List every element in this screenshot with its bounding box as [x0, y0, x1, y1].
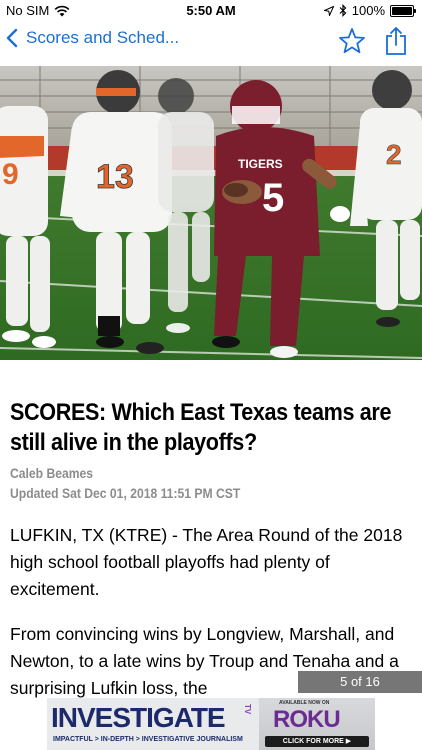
ad-title: INVESTIGATE	[51, 702, 226, 733]
jersey-number-far-left: 9	[2, 158, 19, 191]
status-right: 100%	[323, 3, 416, 18]
back-button-label: Scores and Sched...	[26, 28, 180, 47]
navigation-bar: Scores and Sched...	[0, 20, 422, 64]
share-icon[interactable]	[384, 26, 408, 56]
article-paragraph: LUFKIN, TX (KTRE) - The Area Round of th…	[10, 525, 403, 599]
chevron-left-icon	[6, 28, 18, 48]
ad-roku-logo: ROKU	[273, 706, 341, 733]
jersey-number-right: 2	[386, 139, 402, 170]
star-icon[interactable]	[338, 27, 366, 55]
article: SCORES: Which East Texas teams are still…	[10, 398, 412, 698]
article-headline: SCORES: Which East Texas teams are still…	[10, 399, 392, 456]
ad-subtitle: IMPACTFUL > IN-DEPTH > INVESTIGATIVE JOU…	[53, 736, 243, 743]
jersey-number-left: 13	[96, 158, 134, 196]
battery-percent: 100%	[351, 3, 385, 18]
article-updated-timestamp: Updated Sat Dec 01, 2018 11:51 PM CST	[10, 486, 241, 501]
story-page-counter: 5 of 16	[298, 671, 422, 693]
location-icon	[323, 5, 334, 16]
ad-banner[interactable]: INVESTIGATE TV IMPACTFUL > IN-DEPTH > IN…	[47, 698, 375, 750]
jersey-number-front: 5	[262, 176, 284, 220]
ad-cta-button[interactable]: CLICK FOR MORE ▶	[265, 736, 369, 747]
bluetooth-icon	[339, 4, 347, 17]
article-author[interactable]: Caleb Beames	[10, 466, 412, 481]
ad-tv-mark: TV	[243, 704, 252, 715]
nav-actions	[338, 26, 408, 56]
back-button[interactable]: Scores and Sched...	[6, 28, 179, 48]
hero-image[interactable]: 9 13 TIGERS 5 2	[0, 66, 422, 360]
battery-icon	[390, 4, 416, 17]
ad-roku-panel: AVAILABLE NOW ON ROKU CLICK FOR MORE ▶	[259, 698, 375, 750]
status-bar: No SIM 5:50 AM 100%	[0, 0, 422, 20]
football-photo: 9 13 TIGERS 5 2	[0, 66, 422, 360]
jersey-team-name: TIGERS	[238, 157, 283, 171]
